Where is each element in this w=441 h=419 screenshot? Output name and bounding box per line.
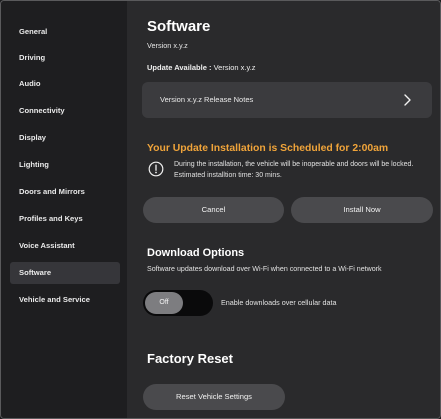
toggle-knob: Off [145, 292, 183, 314]
sidebar-item-software[interactable]: Software [10, 262, 120, 284]
cellular-download-toggle[interactable]: Off [143, 290, 213, 316]
schedule-title: Your Update Installation is Scheduled fo… [147, 143, 389, 154]
sidebar-item-connectivity[interactable]: Connectivity [10, 100, 120, 122]
page-title: Software [147, 18, 211, 35]
settings-window: General Driving Audio Connectivity Displ… [0, 0, 441, 419]
release-notes-button[interactable]: Version x.y.z Release Notes [142, 82, 432, 118]
sidebar: General Driving Audio Connectivity Displ… [1, 1, 127, 418]
sidebar-item-display[interactable]: Display [10, 127, 120, 149]
reset-vehicle-settings-button[interactable]: Reset Vehicle Settings [143, 384, 285, 410]
download-options-description: Software updates download over Wi-Fi whe… [147, 265, 382, 273]
sidebar-item-audio[interactable]: Audio [10, 73, 120, 95]
sidebar-item-general[interactable]: General [10, 21, 120, 43]
software-panel: Software Version x.y.z Update Available … [128, 1, 440, 418]
schedule-info-text: During the installation, the vehicle wil… [174, 161, 414, 179]
current-version: Version x.y.z [147, 41, 188, 50]
update-available-label: Update Available : [147, 63, 212, 72]
info-icon [148, 161, 164, 177]
update-available-version: Version x.y.z [213, 63, 256, 72]
sidebar-item-doors-and-mirrors[interactable]: Doors and Mirrors [10, 181, 120, 203]
download-options-title: Download Options [147, 247, 245, 259]
release-notes-label: Version x.y.z Release Notes [160, 95, 254, 104]
cancel-button[interactable]: Cancel [143, 197, 284, 223]
sidebar-item-profiles-and-keys[interactable]: Profiles and Keys [10, 208, 120, 230]
update-available: Update Available : Version x.y.z [147, 63, 256, 72]
sidebar-item-voice-assistant[interactable]: Voice Assistant [10, 235, 120, 257]
chevron-right-icon [404, 94, 411, 106]
factory-reset-title: Factory Reset [147, 351, 233, 366]
cellular-download-label: Enable downloads over cellular data [221, 298, 337, 307]
sidebar-item-vehicle-and-service[interactable]: Vehicle and Service [10, 289, 120, 311]
install-now-button[interactable]: Install Now [291, 197, 433, 223]
sidebar-item-driving[interactable]: Driving [10, 47, 120, 69]
sidebar-item-lighting[interactable]: Lighting [10, 154, 120, 176]
